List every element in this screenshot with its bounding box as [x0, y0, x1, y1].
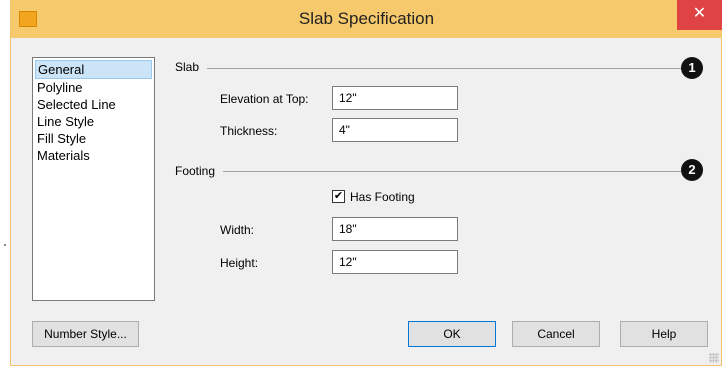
list-item-line-style[interactable]: Line Style: [33, 113, 154, 130]
slab-group-divider: [184, 68, 681, 69]
slab-group-title: Slab: [175, 60, 208, 74]
thickness-field[interactable]: 4": [332, 118, 458, 142]
has-footing-label[interactable]: Has Footing: [350, 190, 415, 204]
elevation-at-top-label: Elevation at Top:: [220, 92, 309, 106]
cancel-button[interactable]: Cancel: [512, 321, 600, 347]
callout-badge-1: 1: [681, 57, 703, 79]
width-label: Width:: [220, 223, 255, 237]
edge-mark: [4, 244, 6, 246]
list-item-polyline[interactable]: Polyline: [33, 79, 154, 96]
dialog-body: General Polyline Selected Line Line Styl…: [12, 38, 721, 365]
has-footing-checkbox[interactable]: ✔: [332, 190, 345, 203]
list-item-materials[interactable]: Materials: [33, 147, 154, 164]
list-item-selected-line[interactable]: Selected Line: [33, 96, 154, 113]
footing-group-divider: [184, 171, 681, 172]
list-item-fill-style[interactable]: Fill Style: [33, 130, 154, 147]
footing-group-title: Footing: [175, 164, 224, 178]
height-field[interactable]: 12": [332, 250, 458, 274]
number-style-button[interactable]: Number Style...: [32, 321, 139, 347]
slab-specification-dialog: Slab Specification ✕ General Polyline Se…: [10, 0, 722, 366]
help-button[interactable]: Help: [620, 321, 708, 347]
resize-grip-icon[interactable]: [709, 353, 719, 363]
category-list[interactable]: General Polyline Selected Line Line Styl…: [32, 57, 155, 301]
width-field[interactable]: 18": [332, 217, 458, 241]
list-item-general[interactable]: General: [35, 60, 152, 79]
ok-button[interactable]: OK: [408, 321, 496, 347]
elevation-at-top-field[interactable]: 12": [332, 86, 458, 110]
callout-badge-2: 2: [681, 159, 703, 181]
thickness-label: Thickness:: [220, 124, 278, 138]
height-label: Height:: [220, 256, 259, 270]
dialog-title: Slab Specification: [298, 9, 435, 28]
close-button[interactable]: ✕: [677, 0, 722, 30]
title-bar[interactable]: Slab Specification ✕: [11, 0, 722, 38]
